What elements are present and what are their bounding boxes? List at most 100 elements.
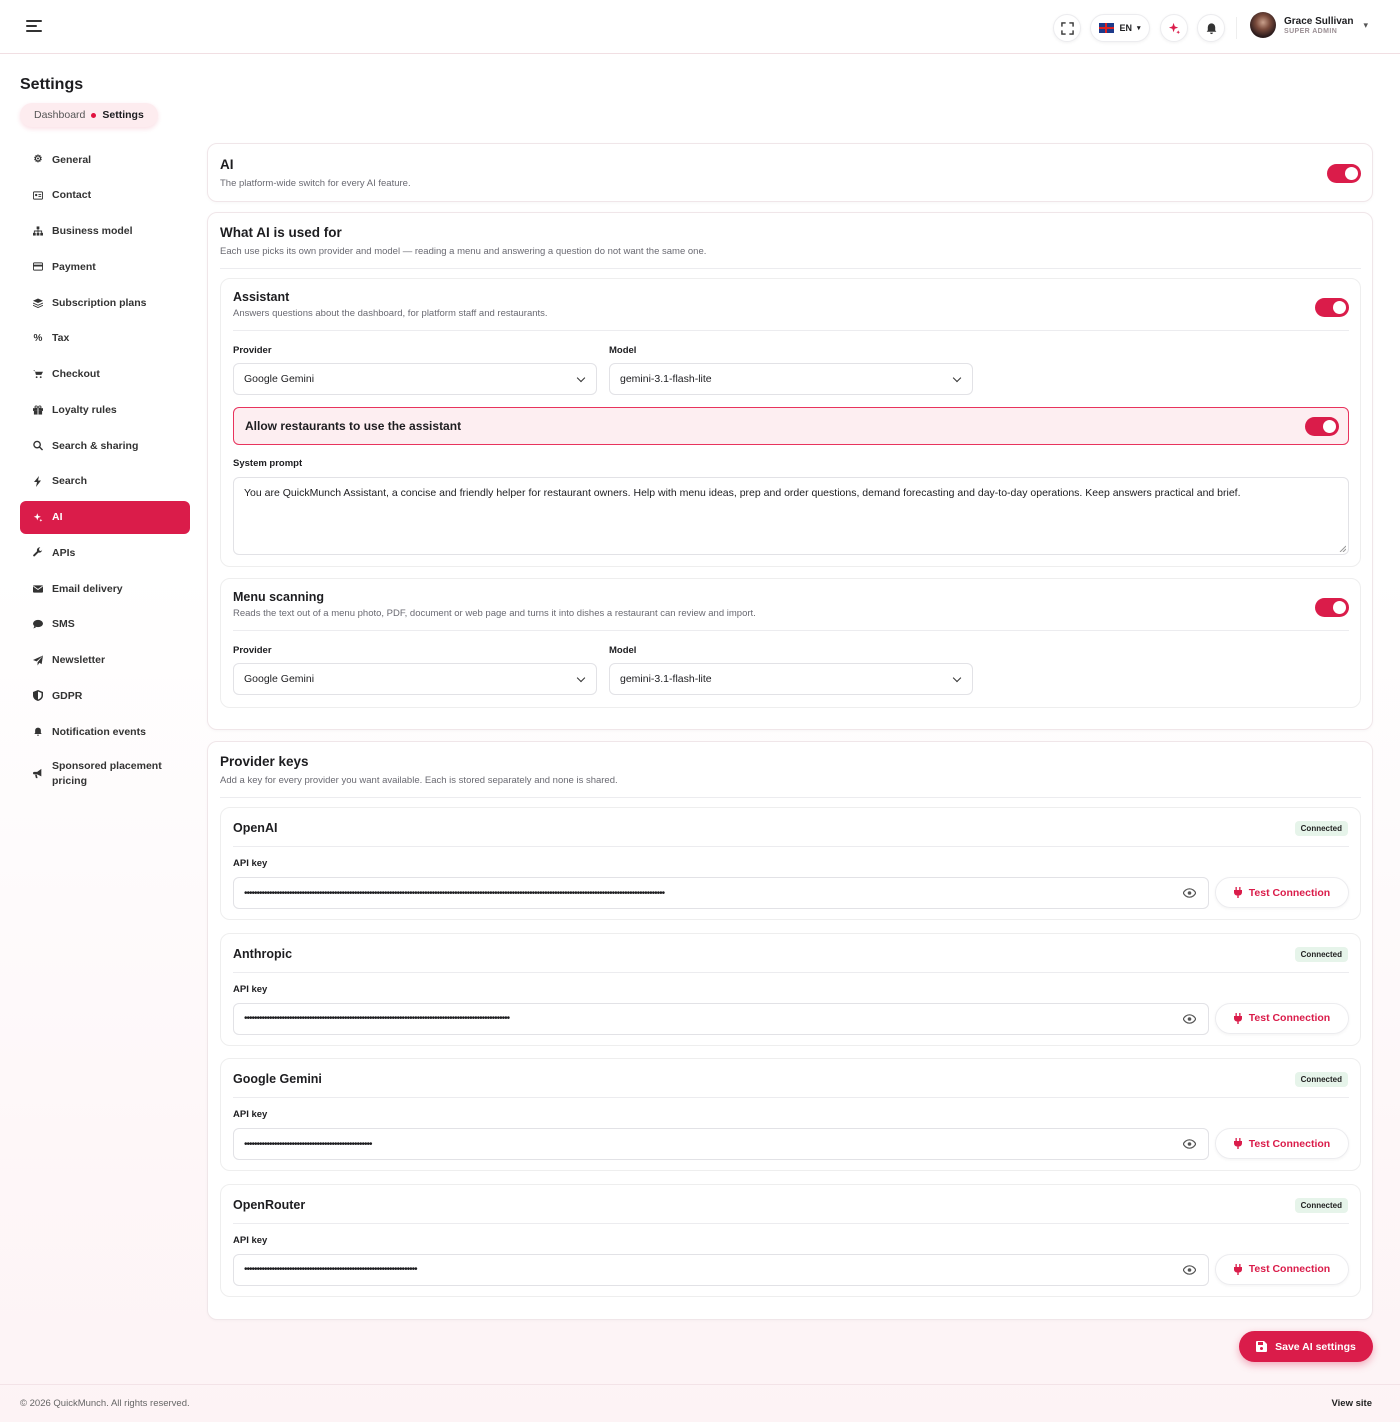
provider-name: OpenAI — [233, 821, 278, 835]
divider — [233, 846, 1349, 847]
allow-restaurants-row: Allow restaurants to use the assistant — [233, 407, 1349, 445]
bell-icon — [1206, 22, 1216, 34]
gear-icon: ⚙ — [33, 154, 43, 165]
menu-model-select[interactable]: gemini-3.1-flash-lite — [609, 663, 973, 695]
sidebar-item-payment[interactable]: Payment — [20, 250, 190, 283]
sidebar-item-apis[interactable]: APIs — [20, 536, 190, 569]
language-selector[interactable]: EN ▾ — [1090, 14, 1150, 42]
user-name: Grace Sullivan — [1284, 15, 1354, 27]
divider — [220, 268, 1361, 269]
sidebar-item-business-model[interactable]: Business model — [20, 215, 190, 248]
assistant-model-select[interactable]: gemini-3.1-flash-lite — [609, 363, 973, 395]
system-prompt-textarea[interactable]: You are QuickMunch Assistant, a concise … — [233, 477, 1349, 555]
test-connection-button[interactable]: Test Connection — [1215, 1128, 1349, 1159]
settings-sidebar: ⚙ General Contact Business model Payment … — [20, 143, 190, 800]
eye-icon[interactable] — [1183, 888, 1196, 898]
sparkles-icon — [33, 512, 43, 522]
sidebar-item-tax[interactable]: % Tax — [20, 322, 190, 355]
save-icon — [1256, 1341, 1268, 1352]
percent-icon: % — [33, 332, 43, 344]
eye-icon[interactable] — [1183, 1264, 1196, 1275]
sidebar-item-gdpr[interactable]: GDPR — [20, 679, 190, 712]
sidebar-item-sponsored-placement-pricing[interactable]: Sponsored placement pricing — [20, 751, 190, 797]
notifications-button[interactable] — [1197, 14, 1225, 42]
sidebar-item-subscription-plans[interactable]: Subscription plans — [20, 286, 190, 319]
ai-card-description: The platform-wide switch for every AI fe… — [220, 178, 411, 189]
chevron-down-icon — [952, 373, 962, 383]
menu-scanning-toggle[interactable] — [1315, 598, 1349, 617]
menu-toggle-icon[interactable] — [26, 20, 42, 34]
allow-restaurants-toggle[interactable] — [1305, 417, 1339, 436]
provider-key-section: Google Gemini Connected API key •••••••••••… — [220, 1058, 1361, 1171]
test-connection-button[interactable]: Test Connection — [1215, 877, 1349, 908]
user-menu[interactable]: Grace Sullivan SUPER ADMIN ▾ — [1250, 12, 1368, 38]
api-key-input[interactable]: ••••••••••••••••••••••••••••••••••••••••… — [233, 877, 1209, 909]
sidebar-item-search-sharing[interactable]: Search & sharing — [20, 429, 190, 462]
test-connection-button[interactable]: Test Connection — [1215, 1002, 1349, 1034]
sidebar-item-email-delivery[interactable]: Email delivery — [20, 572, 190, 605]
sidebar-item-label: Email delivery — [52, 582, 123, 595]
sidebar-item-ai[interactable]: AI — [20, 500, 190, 534]
breadcrumb-dashboard-link[interactable]: Dashboard — [34, 109, 85, 121]
eye-icon[interactable] — [1183, 1139, 1196, 1149]
sidebar-item-sms[interactable]: SMS — [20, 608, 190, 641]
id-card-icon — [33, 190, 43, 200]
ai-assistant-button[interactable] — [1160, 14, 1188, 42]
api-key-label: API key — [233, 1109, 268, 1120]
ai-card-title: AI — [220, 157, 234, 172]
ai-usage-card: What AI is used for Each use picks its o… — [207, 212, 1373, 730]
status-badge: Connected — [1294, 946, 1348, 962]
sidebar-item-notification-events[interactable]: Notification events — [20, 715, 190, 748]
sidebar-item-label: Search & sharing — [52, 439, 139, 452]
sidebar-item-newsletter[interactable]: Newsletter — [20, 644, 190, 677]
system-prompt-label: System prompt — [233, 458, 303, 469]
assistant-toggle[interactable] — [1315, 298, 1349, 317]
view-site-link[interactable]: View site — [1332, 1398, 1373, 1409]
api-key-label: API key — [233, 983, 268, 995]
sidebar-item-general[interactable]: ⚙ General — [20, 143, 190, 176]
divider — [233, 330, 1349, 331]
select-value: Google Gemini — [244, 373, 315, 385]
sidebar-item-label: Tax — [52, 332, 70, 345]
sidebar-item-label: Subscription plans — [52, 296, 147, 309]
provider-key-section: OpenAI Connected API key ••••••••••••••••••… — [220, 807, 1361, 920]
test-connection-button[interactable]: Test Connection — [1215, 1253, 1349, 1285]
api-key-input[interactable]: ••••••••••••••••••••••••••••••••••••••••… — [233, 1002, 1209, 1035]
shield-icon — [33, 690, 43, 702]
page-title: Settings — [20, 76, 84, 93]
sidebar-item-contact[interactable]: Contact — [20, 179, 190, 212]
footer-copyright: © 2026 QuickMunch. All rights reserved. — [20, 1398, 190, 1409]
sidebar-item-loyalty-rules[interactable]: Loyalty rules — [20, 393, 190, 426]
ai-master-toggle[interactable] — [1327, 164, 1361, 183]
divider — [233, 1222, 1349, 1224]
layers-icon — [33, 297, 43, 308]
api-key-input[interactable]: ••••••••••••••••••••••••••••••••••••••••… — [233, 1253, 1209, 1286]
allow-restaurants-label: Allow restaurants to use the assistant — [245, 419, 462, 433]
provider-keys-card: Provider keys Add a key for every provid… — [207, 741, 1373, 1320]
save-ai-settings-button[interactable]: Save AI settings — [1239, 1331, 1373, 1362]
footer: © 2026 QuickMunch. All rights reserved. … — [0, 1384, 1400, 1422]
gift-icon — [33, 405, 43, 415]
bolt-icon — [33, 475, 43, 487]
sidebar-item-label: Contact — [52, 189, 92, 202]
save-label: Save AI settings — [1275, 1340, 1356, 1353]
api-key-value: ••••••••••••••••••••••••••••••••••••••••… — [244, 1013, 510, 1024]
bell-icon — [33, 727, 43, 737]
divider — [233, 1097, 1349, 1098]
envelope-icon — [33, 584, 43, 594]
resize-handle-icon[interactable] — [1339, 545, 1346, 552]
api-key-value: ••••••••••••••••••••••••••••••••••••••••… — [244, 887, 665, 899]
api-key-input[interactable]: ••••••••••••••••••••••••••••••••••••••••… — [233, 1128, 1209, 1160]
sidebar-item-checkout[interactable]: Checkout — [20, 358, 190, 391]
status-badge: Connected — [1294, 1072, 1348, 1087]
plug-icon — [1233, 1012, 1242, 1024]
provider-label: Provider — [233, 345, 272, 356]
api-key-value: ••••••••••••••••••••••••••••••••••••••••… — [244, 1138, 373, 1150]
search-icon — [33, 440, 43, 451]
menu-provider-select[interactable]: Google Gemini — [233, 663, 597, 695]
assistant-provider-select[interactable]: Google Gemini — [233, 363, 597, 395]
sidebar-item-search[interactable]: Search — [20, 465, 190, 498]
fullscreen-button[interactable] — [1053, 14, 1081, 42]
select-value: Google Gemini — [244, 673, 315, 685]
eye-icon[interactable] — [1183, 1013, 1196, 1024]
